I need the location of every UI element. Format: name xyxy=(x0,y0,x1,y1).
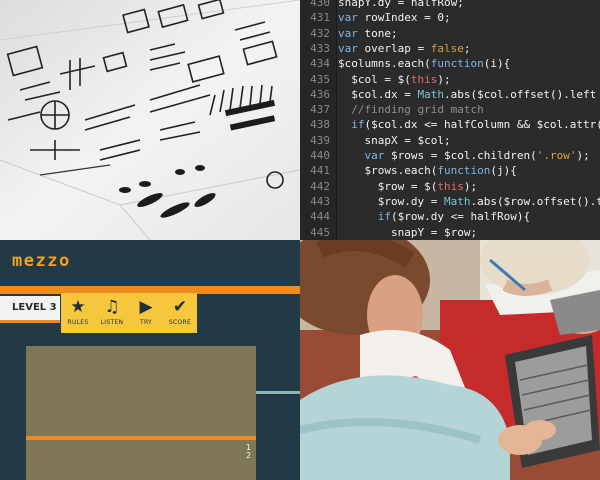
game-toolbar: ★ RULES ♫ LISTEN ▶ TRY ✔ SCORE xyxy=(61,293,197,333)
code-line: 437 //finding grid match xyxy=(300,102,600,117)
game-board[interactable] xyxy=(26,346,256,480)
code-line: 442 $row = $(this); xyxy=(300,179,600,194)
row-number: 2 xyxy=(246,451,252,460)
code-text: $col.dx = Math.abs($col.offset().left - … xyxy=(338,87,597,101)
code-editor: 430 snapY.dy = halfRow; 431 var rowIndex = … xyxy=(300,0,600,240)
code-text: snapY = $row; xyxy=(338,225,478,239)
line-number: 435 xyxy=(310,72,330,86)
code-text: $row = $(this); xyxy=(338,179,478,193)
code-text: var overlap = false; xyxy=(338,41,471,55)
pitch-line xyxy=(26,436,256,440)
play-icon: ▶ xyxy=(139,297,153,317)
code-text: snapY.dy = halfRow; xyxy=(338,0,464,9)
side-panel-edge xyxy=(256,391,300,394)
score-label: SCORE xyxy=(168,319,192,326)
line-number: 430 xyxy=(310,0,330,9)
code-text: var $rows = $col.children('.row'); xyxy=(364,149,590,162)
code-text: if($col.dx <= halfColumn && $col.attr("d… xyxy=(351,118,600,132)
line-number: 444 xyxy=(310,210,330,224)
line-number: 434 xyxy=(310,57,330,71)
code-text: var rowIndex = 0; xyxy=(338,11,451,25)
mezzo-game-screen: mezzo LEVEL 3 ★ RULES ♫ LISTEN ▶ TRY ✔ S… xyxy=(0,240,300,480)
game-title: mezzo xyxy=(12,251,71,271)
code-line: 435 $col = $(this); xyxy=(300,72,600,87)
code-line: 439 snapX = $col; xyxy=(300,133,600,148)
level-underline xyxy=(0,320,60,323)
line-number: 437 xyxy=(310,103,330,117)
sketch-photo xyxy=(0,0,300,240)
code-text: $row.dy = Math.abs($row.offset().top - $ xyxy=(338,194,600,208)
code-text: var tone; xyxy=(338,26,398,40)
code-text: if($row.dy <= halfRow){ xyxy=(377,210,531,224)
kids-tablet-photo xyxy=(300,240,600,480)
line-number: 445 xyxy=(310,225,330,239)
code-text: snapX = $col; xyxy=(338,133,451,147)
code-line: 433 var overlap = false; xyxy=(300,41,600,56)
code-text: $col = $(this); xyxy=(338,72,451,86)
line-number: 440 xyxy=(310,149,330,162)
code-line: 441 $rows.each(function(j){ xyxy=(300,163,600,178)
code-line: 438 if($col.dx <= halfColumn && $col.att… xyxy=(300,117,600,132)
code-line: 434 $columns.each(function(i){ xyxy=(300,56,600,71)
try-label: TRY xyxy=(139,319,152,326)
line-number: 443 xyxy=(310,194,330,208)
star-icon: ★ xyxy=(70,297,86,317)
code-line: 444 if($row.dy <= halfRow){ xyxy=(300,209,600,224)
music-note-icon: ♫ xyxy=(104,297,120,317)
line-number: 439 xyxy=(310,133,330,147)
listen-label: LISTEN xyxy=(100,319,124,326)
level-badge: LEVEL 3 xyxy=(0,296,60,320)
code-line: 440 var $rows = $col.children('.row'); xyxy=(300,148,600,163)
listen-button[interactable]: ♫ LISTEN xyxy=(95,293,129,333)
code-text: //finding grid match xyxy=(338,103,484,117)
try-button[interactable]: ▶ TRY xyxy=(129,293,163,333)
code-text: $rows.each(function(j){ xyxy=(338,164,517,178)
code-line: 445 snapY = $row; xyxy=(300,225,600,240)
code-text: $columns.each(function(i){ xyxy=(338,57,511,71)
code-line: 432 var tone; xyxy=(300,26,600,41)
line-number: 436 xyxy=(310,87,330,101)
code-line: 443 $row.dy = Math.abs($row.offset().top… xyxy=(300,194,600,209)
rules-button[interactable]: ★ RULES xyxy=(61,293,95,333)
checkmark-icon: ✔ xyxy=(172,297,188,317)
line-number: 431 xyxy=(310,11,330,25)
code-line: 431 var rowIndex = 0; xyxy=(300,10,600,25)
rules-label: RULES xyxy=(67,319,89,326)
code-line: 436 $col.dx = Math.abs($col.offset().lef… xyxy=(300,87,600,102)
line-number: 442 xyxy=(310,179,330,193)
line-number: 433 xyxy=(310,41,330,55)
line-number: 432 xyxy=(310,26,330,40)
line-number: 438 xyxy=(310,118,330,132)
code-line: 430 snapY.dy = halfRow; xyxy=(300,0,600,10)
line-number: 441 xyxy=(310,164,330,178)
score-button[interactable]: ✔ SCORE xyxy=(163,293,197,333)
